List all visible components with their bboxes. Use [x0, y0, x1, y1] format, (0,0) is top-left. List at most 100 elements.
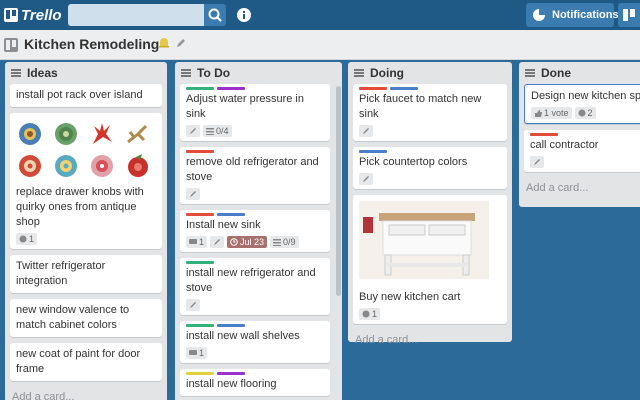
card-labels [186, 372, 324, 375]
knob-red-coral-image [93, 123, 112, 144]
label-red [530, 133, 558, 136]
comment-count: 1 [372, 309, 378, 319]
label-blue [217, 213, 245, 216]
card[interactable]: Install new sink 1 Jul 23 0/9 [180, 210, 330, 252]
label-blue [359, 150, 387, 153]
card[interactable]: install new flooring [180, 369, 330, 396]
knob-blue-flower-image [19, 123, 41, 145]
comment-count: 1 [199, 237, 205, 247]
list-menu-icon[interactable] [525, 69, 535, 77]
card-title: new coat of paint for door frame [16, 348, 141, 375]
knob-brass-branch-image [127, 124, 148, 144]
card-labels [530, 133, 638, 136]
checklist-badge: 0/4 [203, 125, 232, 137]
notifications-button[interactable]: Notifications [526, 3, 619, 27]
checklist-icon [273, 239, 282, 246]
boards-menu-button[interactable] [618, 3, 640, 27]
card[interactable]: Twitter refrigerator integration [10, 255, 162, 293]
list-title: Done [541, 66, 571, 80]
comment-badge: 1 [359, 308, 381, 320]
comment-badge: 1 [186, 347, 208, 359]
description-badge [359, 125, 373, 137]
card-title: remove old refrigerator and stove [186, 156, 319, 183]
description-badge [186, 188, 200, 200]
list-menu-icon[interactable] [181, 69, 191, 77]
pencil-icon [363, 176, 369, 182]
list-scrollbar[interactable] [336, 86, 341, 296]
pencil-icon [363, 128, 369, 134]
card-badges [359, 125, 501, 137]
card-badges: 1 vote 2 [531, 107, 640, 119]
list-ideas: Ideas install pot rack over island repla… [5, 62, 167, 400]
card-title: Buy new kitchen cart [359, 291, 461, 303]
card-labels [186, 87, 324, 90]
knob-red-leaf-image [128, 154, 148, 177]
subscribe-icon[interactable] [158, 37, 170, 49]
card-title: Twitter refrigerator integration [16, 260, 106, 287]
card[interactable]: Pick countertop colors [353, 147, 507, 189]
notifications-label: Notifications [552, 9, 619, 21]
description-badge [359, 173, 373, 185]
list-header[interactable]: Doing [353, 62, 507, 84]
card[interactable]: Adjust water pressure in sink 0/4 [180, 84, 330, 141]
card[interactable]: install new wall shelves 1 [180, 321, 330, 363]
search-button[interactable] [204, 4, 226, 26]
card[interactable]: install new refrigerator and stove [180, 258, 330, 315]
kitchen-cart-photo [359, 201, 489, 279]
vote-badge: 1 vote [531, 107, 572, 119]
card-title: install new refrigerator and stove [186, 267, 316, 294]
notifications-icon [532, 8, 546, 22]
list-header[interactable]: To Do [180, 62, 337, 84]
pencil-icon [214, 239, 221, 245]
due-date: Jul 23 [240, 237, 265, 247]
add-card-link[interactable]: Add a card... [10, 387, 162, 400]
list-title: To Do [197, 66, 231, 80]
card[interactable]: call contractor [524, 130, 640, 172]
card-badges: 1 [359, 308, 501, 320]
card[interactable]: remove old refrigerator and stove [180, 147, 330, 204]
edit-title-icon[interactable] [176, 38, 186, 48]
checklist-count: 0/9 [283, 237, 296, 247]
list-header[interactable]: Done [524, 62, 640, 84]
card[interactable]: Buy new kitchen cart 1 [353, 195, 507, 324]
card[interactable]: new window valence to match cabinet colo… [10, 299, 162, 337]
label-yellow [186, 372, 214, 375]
card-badges: 0/4 [186, 125, 324, 137]
list-todo: To Do Adjust water pressure in sink 0/4 … [175, 62, 342, 400]
trello-logo[interactable]: Trello [4, 6, 62, 24]
card[interactable]: replace drawer knobs with quirky ones fr… [10, 113, 162, 249]
board-icon [4, 38, 18, 52]
list-menu-icon[interactable] [354, 69, 364, 77]
label-red [186, 150, 214, 153]
card-badges [359, 173, 501, 185]
description-badge [186, 299, 200, 311]
card-badges: 1 [16, 233, 156, 245]
card[interactable]: install pot rack over island [10, 84, 162, 107]
info-button[interactable] [236, 7, 252, 23]
list-menu-icon[interactable] [11, 69, 21, 77]
list-done: Done Design new kitchen spa 1 vote 2 cal… [519, 62, 640, 207]
board-title[interactable]: Kitchen Remodeling [24, 36, 159, 52]
label-red [359, 87, 387, 90]
comment-icon [189, 350, 197, 355]
list-doing: Doing Pick faucet to match new sink Pick… [348, 62, 512, 346]
logo-text: Trello [21, 6, 62, 24]
card-title: new window valence to match cabinet colo… [16, 304, 130, 331]
label-green [186, 87, 214, 90]
card[interactable]: new coat of paint for door frame [10, 343, 162, 381]
card-labels [359, 87, 501, 90]
list-header[interactable]: Ideas [10, 62, 162, 84]
checklist-count: 0/4 [216, 126, 229, 136]
knob-green-image [55, 123, 77, 145]
comment-count: 2 [587, 108, 593, 118]
search-input[interactable] [68, 4, 204, 26]
card[interactable]: Design new kitchen spa 1 vote 2 [524, 84, 640, 124]
add-card-link[interactable]: Add a card... [353, 330, 507, 350]
card[interactable]: Pick faucet to match new sink [353, 84, 507, 141]
label-blue [390, 87, 418, 90]
list-title: Ideas [27, 66, 58, 80]
card-title: replace drawer knobs with quirky ones fr… [16, 186, 144, 228]
label-purple [217, 87, 245, 90]
comment-count: 1 [29, 234, 35, 244]
add-card-link[interactable]: Add a card... [524, 178, 640, 198]
